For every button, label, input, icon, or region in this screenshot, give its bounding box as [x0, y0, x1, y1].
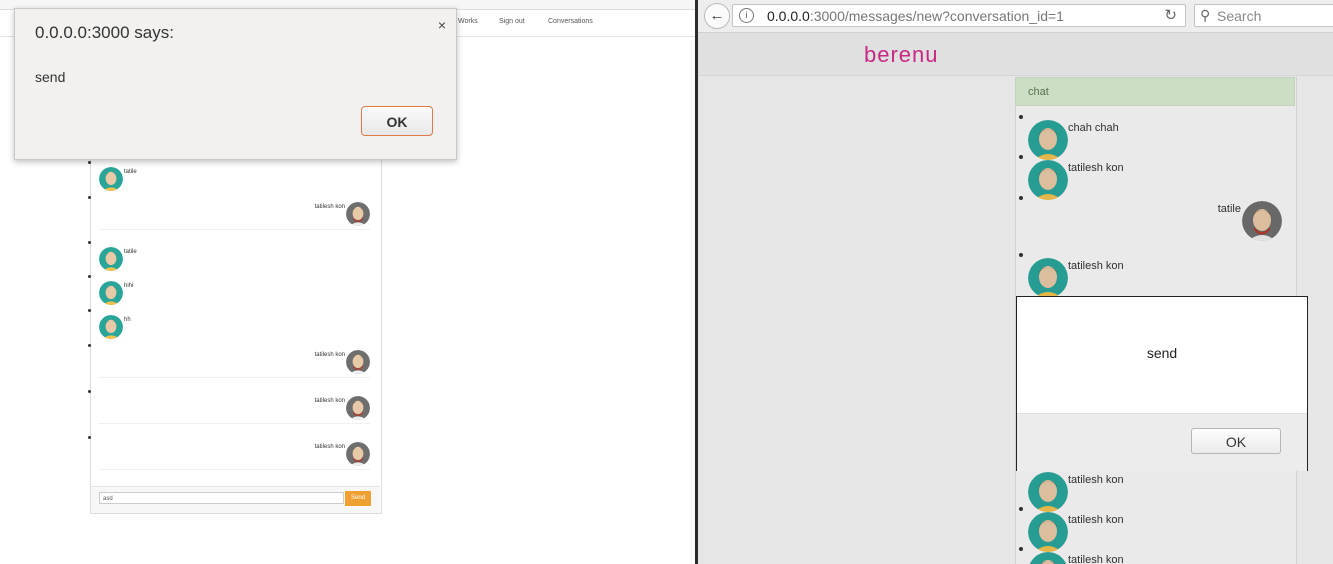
- message-separator: [98, 469, 370, 470]
- info-icon[interactable]: i: [739, 8, 754, 23]
- message-author: tatilesh kon: [314, 204, 345, 210]
- list-bullet: [88, 196, 91, 199]
- ok-button[interactable]: OK: [361, 106, 433, 136]
- message-separator: [98, 377, 370, 378]
- list-bullet: [88, 344, 91, 347]
- alert-footer: OK: [1017, 413, 1307, 471]
- list-bullet: [88, 241, 91, 244]
- list-bullet: [88, 309, 91, 312]
- avatar: [346, 442, 370, 466]
- message-input[interactable]: asd: [99, 492, 344, 504]
- message-separator: [98, 229, 370, 230]
- avatar: [99, 315, 123, 339]
- avatar: [346, 396, 370, 420]
- avatar: [99, 247, 123, 271]
- back-arrow-icon[interactable]: ←: [704, 3, 730, 29]
- avatar: [99, 281, 123, 305]
- avatar: [99, 167, 123, 191]
- list-bullet: [88, 436, 91, 439]
- alert-title: 0.0.0.0:3000 says:: [35, 23, 174, 42]
- message-author: tatile: [124, 169, 137, 175]
- message-author: hh: [124, 317, 131, 323]
- nav-link-conversations[interactable]: Conversations: [548, 18, 593, 25]
- url-path: :3000/messages/new?conversation_id=1: [809, 8, 1064, 24]
- right-browser-window: ← i 0.0.0.0:3000/messages/new?conversati…: [698, 0, 1333, 564]
- message-author: tatile: [124, 249, 137, 255]
- list-bullet: [88, 275, 91, 278]
- alert-dialog: 0.0.0.0:3000 says: × send OK: [14, 8, 457, 160]
- ok-button[interactable]: OK: [1191, 428, 1281, 454]
- message-separator: [98, 423, 370, 424]
- search-icon: ⚲: [1200, 7, 1211, 23]
- alert-message: send: [35, 69, 66, 85]
- message-author: tatilesh kon: [314, 444, 345, 450]
- close-icon[interactable]: ×: [438, 17, 446, 33]
- search-placeholder: Search: [1217, 8, 1262, 24]
- avatar: [346, 350, 370, 374]
- search-field[interactable]: ⚲ Search: [1194, 4, 1333, 27]
- list-bullet: [88, 390, 91, 393]
- alert-dialog: send OK: [1016, 296, 1308, 471]
- send-button[interactable]: Send: [345, 491, 371, 506]
- url-text: 0.0.0.0:3000/messages/new?conversation_i…: [767, 8, 1064, 24]
- reload-icon[interactable]: ↻: [1164, 6, 1177, 24]
- alert-message: send: [1146, 345, 1178, 361]
- message-author: hihi: [124, 283, 134, 289]
- url-bar[interactable]: i 0.0.0.0:3000/messages/new?conversation…: [732, 4, 1186, 27]
- message-author: tatilesh kon: [314, 398, 345, 404]
- nav-link-sign-out[interactable]: Sign out: [499, 18, 525, 25]
- list-bullet: [88, 161, 91, 164]
- message-author: tatilesh kon: [314, 352, 345, 358]
- avatar: [346, 202, 370, 226]
- url-host: 0.0.0.0: [767, 8, 810, 24]
- left-browser-window: ly Works Sign out Conversations tatile ta…: [0, 0, 695, 564]
- browser-toolbar: ← i 0.0.0.0:3000/messages/new?conversati…: [698, 0, 1333, 33]
